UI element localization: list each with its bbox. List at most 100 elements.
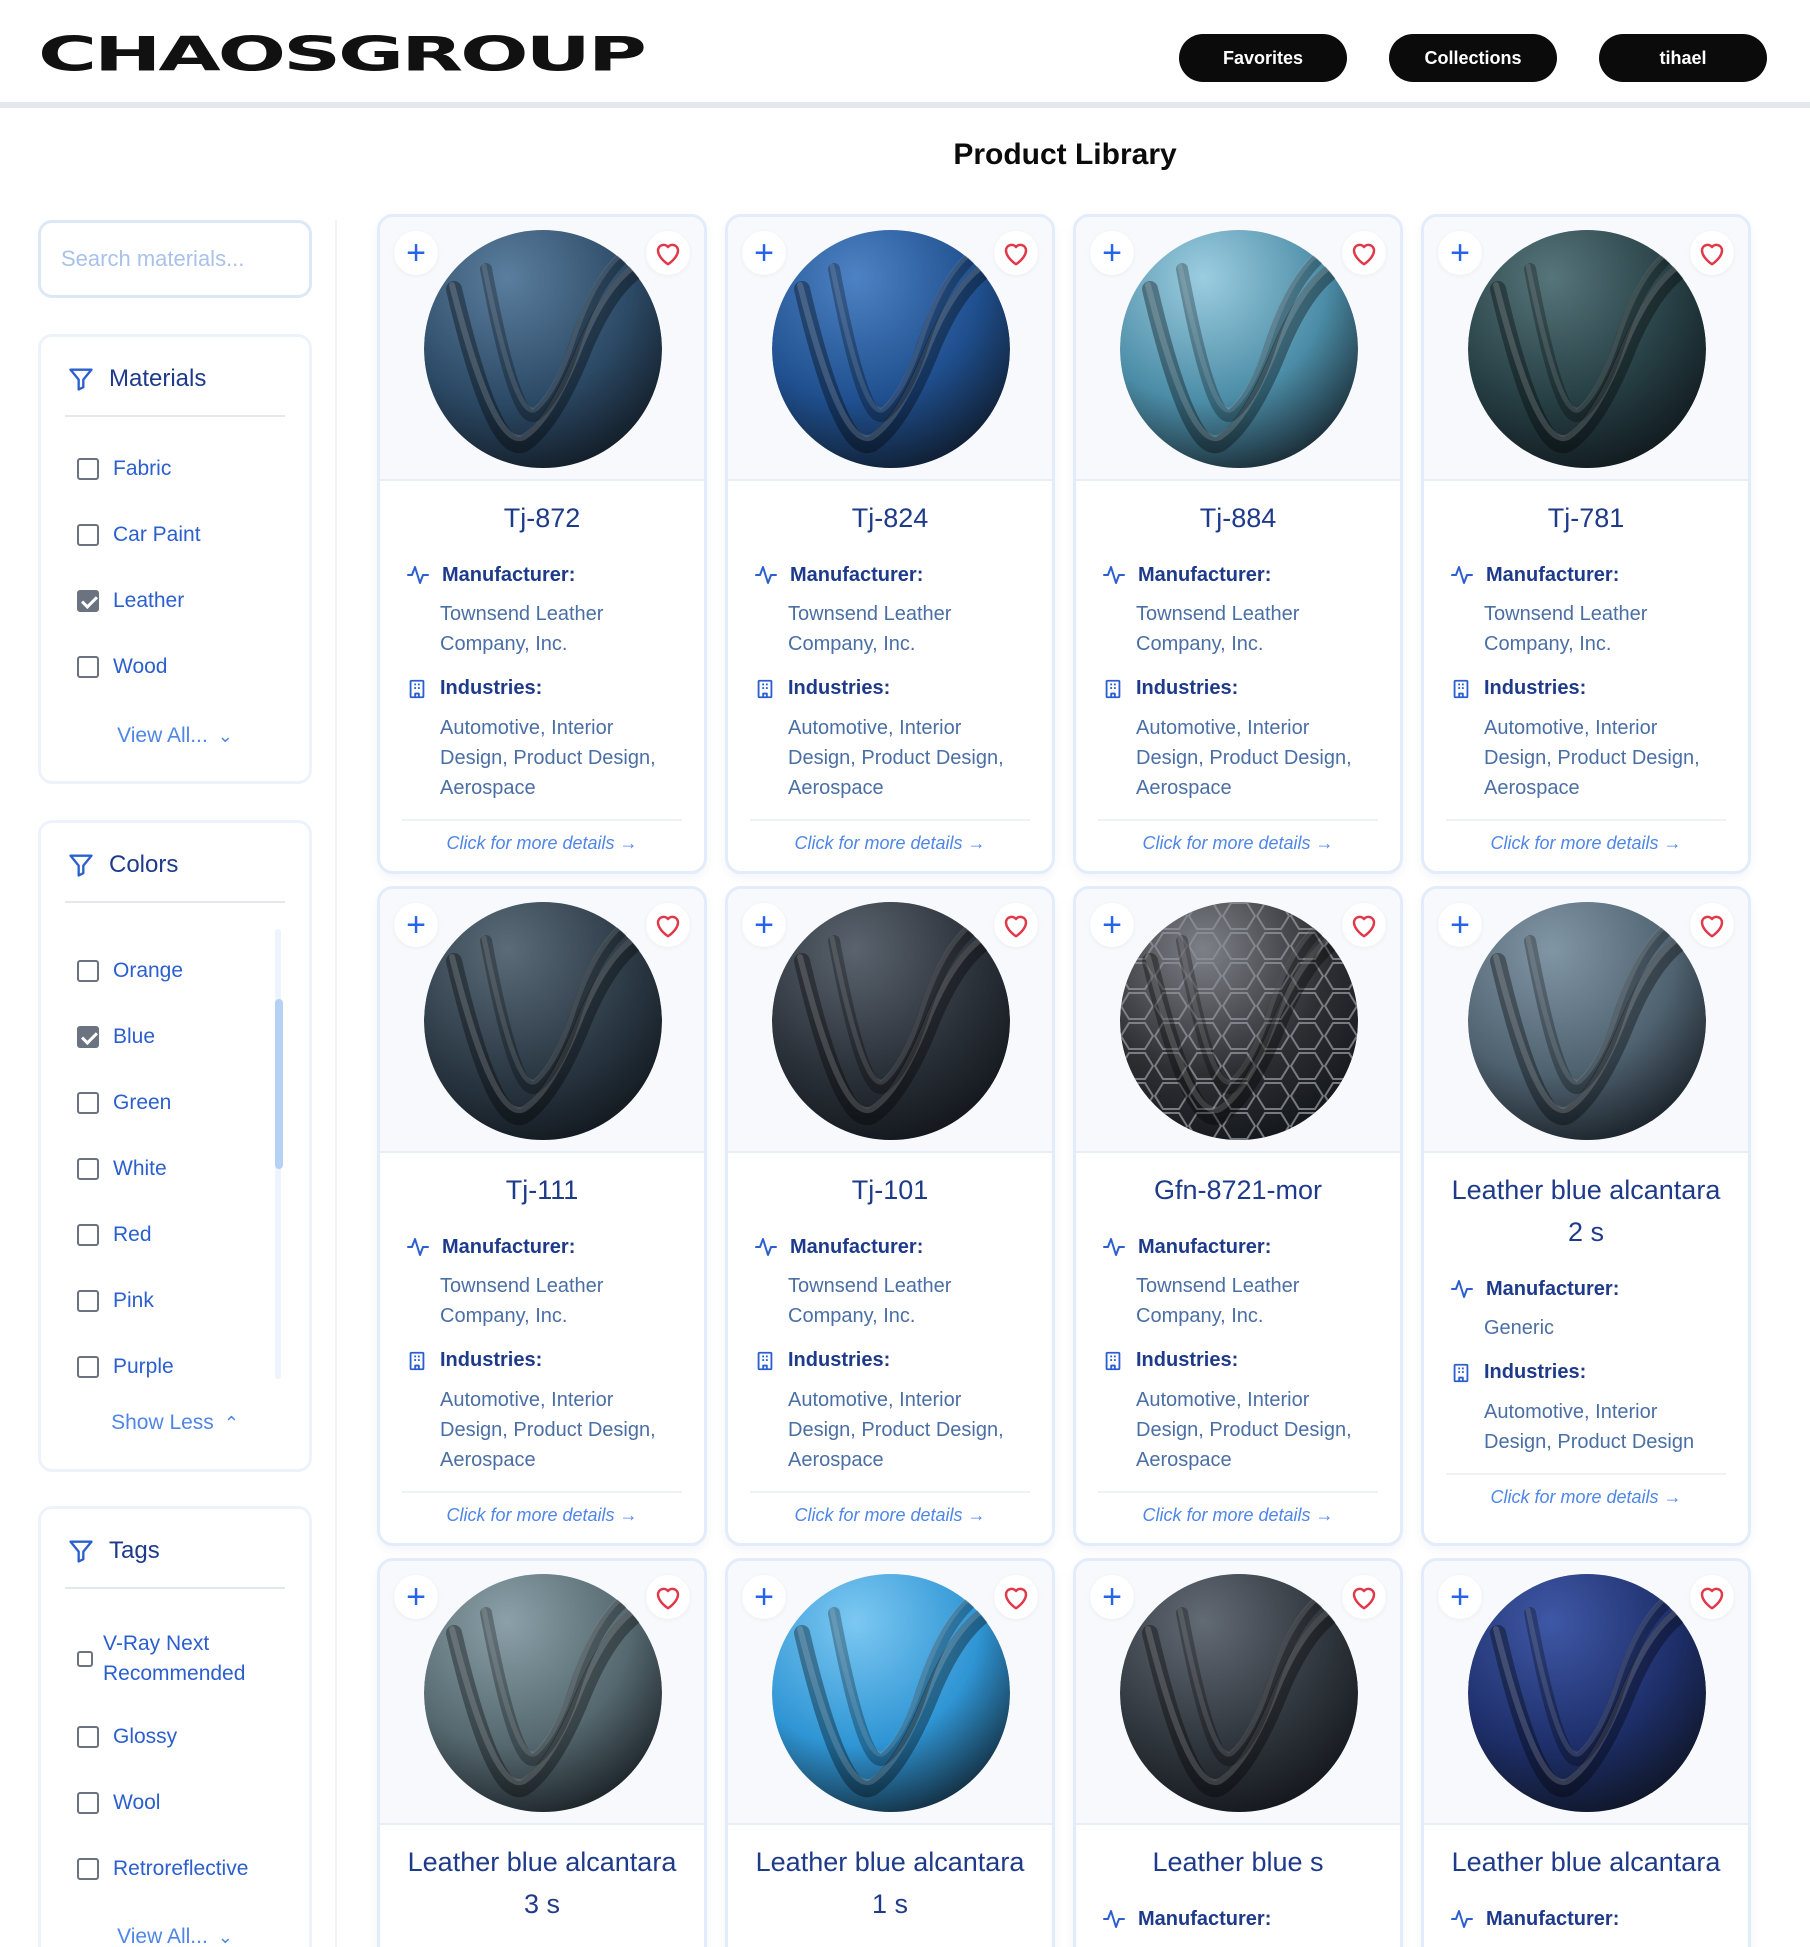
add-to-collection-button[interactable]: + [1438,231,1482,275]
favorite-button[interactable] [646,903,690,947]
checkbox-checked[interactable] [77,1026,99,1048]
manufacturer-heading: Manufacturer: [1450,563,1619,587]
material-option-car-paint[interactable]: Car Paint [77,523,201,547]
tag-option-glossy[interactable]: Glossy [77,1725,177,1749]
more-details-link[interactable]: Click for more details → [1424,1487,1748,1508]
product-title[interactable]: Leather blue alcantara 2 s [1434,1169,1738,1253]
color-option-green[interactable]: Green [77,1091,171,1115]
color-option-pink[interactable]: Pink [77,1289,154,1313]
checkbox-checked[interactable] [77,590,99,612]
more-details-link[interactable]: Click for more details → [380,1505,704,1526]
favorite-button[interactable] [994,1575,1038,1619]
add-to-collection-button[interactable]: + [394,903,438,947]
checkbox[interactable] [77,1356,99,1378]
product-title[interactable]: Leather blue alcantara 1 s [738,1841,1042,1925]
checkbox[interactable] [77,458,99,480]
favorite-button[interactable] [646,1575,690,1619]
checkbox[interactable] [77,960,99,982]
favorites-button[interactable]: Favorites [1179,34,1347,82]
add-to-collection-button[interactable]: + [394,231,438,275]
add-to-collection-button[interactable]: + [742,231,786,275]
checkbox[interactable] [77,524,99,546]
tags-filter-header[interactable]: Tags [67,1537,160,1565]
search-input[interactable] [38,220,312,298]
collections-button[interactable]: Collections [1389,34,1557,82]
materials-view-all-link[interactable]: View All... ⌄ [41,724,309,748]
product-title[interactable]: Gfn-8721-mor [1086,1169,1390,1211]
color-option-orange[interactable]: Orange [77,959,183,983]
product-title[interactable]: Tj-872 [390,497,694,539]
favorite-button[interactable] [1690,231,1734,275]
material-option-leather[interactable]: Leather [77,589,184,613]
checkbox[interactable] [77,1290,99,1312]
tag-option-wool[interactable]: Wool [77,1791,160,1815]
checkbox[interactable] [77,1224,99,1246]
add-to-collection-button[interactable]: + [742,903,786,947]
more-details-link[interactable]: Click for more details → [1076,833,1400,854]
favorite-button[interactable] [646,231,690,275]
colors-show-less-link[interactable]: Show Less ⌃ [41,1411,309,1435]
user-menu-button[interactable]: tihael [1599,34,1767,82]
add-to-collection-button[interactable]: + [1438,1575,1482,1619]
color-option-white[interactable]: White [77,1157,167,1181]
product-title[interactable]: Leather blue alcantara 3 s [390,1841,694,1925]
product-card[interactable]: + Tj-101 Manufacturer: Townsend Leather Comp… [725,886,1055,1546]
product-card[interactable]: + Tj-824 Manufacturer: Townsend Leather Comp… [725,214,1055,874]
checkbox[interactable] [77,1858,99,1880]
more-details-link[interactable]: Click for more details → [1076,1505,1400,1526]
add-to-collection-button[interactable]: + [1090,231,1134,275]
favorite-button[interactable] [1342,1575,1386,1619]
product-title[interactable]: Tj-111 [390,1169,694,1211]
product-card[interactable]: + Tj-884 Manufacturer: Townsend Leather Comp… [1073,214,1403,874]
add-to-collection-button[interactable]: + [742,1575,786,1619]
color-option-purple[interactable]: Purple [77,1355,174,1379]
checkbox[interactable] [77,656,99,678]
favorite-button[interactable] [1342,231,1386,275]
add-to-collection-button[interactable]: + [1438,903,1482,947]
more-details-link[interactable]: Click for more details → [380,833,704,854]
favorite-button[interactable] [994,231,1038,275]
product-card[interactable]: + Tj-781 Manufacturer: Townsend Leather Comp… [1421,214,1751,874]
product-title[interactable]: Tj-781 [1434,497,1738,539]
product-card[interactable]: +Leather blue alcantara3 sManufacturer: [377,1558,707,1947]
favorite-button[interactable] [994,903,1038,947]
more-details-link[interactable]: Click for more details → [1424,833,1748,854]
tag-option-vray-next-recommended[interactable]: V-Ray Next Recommended [77,1629,245,1689]
materials-filter-header[interactable]: Materials [67,365,206,393]
industries-label: Industries: [440,677,543,699]
product-card[interactable]: + Leather blue s Manufacturer: [1073,1558,1403,1947]
product-title[interactable]: Leather blue alcantara [1434,1841,1738,1883]
add-to-collection-button[interactable]: + [1090,903,1134,947]
checkbox[interactable] [77,1792,99,1814]
checkbox[interactable] [77,1651,93,1667]
product-title[interactable]: Leather blue s [1086,1841,1390,1883]
favorite-button[interactable] [1690,903,1734,947]
checkbox[interactable] [77,1092,99,1114]
product-card[interactable]: + Tj-872 Manufacturer: Townsend Leather Comp… [377,214,707,874]
product-card[interactable]: + Tj-111 Manufacturer: Townsend Leather Comp… [377,886,707,1546]
add-to-collection-button[interactable]: + [394,1575,438,1619]
product-card[interactable]: + Gfn-8721-mor Manufacturer: Townsend Leath… [1073,886,1403,1546]
chaosgroup-logo[interactable]: CHAOSGROUP [38,32,647,79]
checkbox[interactable] [77,1726,99,1748]
product-title[interactable]: Tj-884 [1086,497,1390,539]
product-card[interactable]: + Leather blue alcantara 2 s Manufacturer: G… [1421,886,1751,1546]
checkbox[interactable] [77,1158,99,1180]
add-to-collection-button[interactable]: + [1090,1575,1134,1619]
color-option-blue[interactable]: Blue [77,1025,155,1049]
favorite-button[interactable] [1342,903,1386,947]
tags-view-all-link[interactable]: View All... ⌄ [41,1925,309,1947]
colors-scrollbar-thumb[interactable] [275,999,283,1169]
tag-option-retroreflective[interactable]: Retroreflective [77,1857,248,1881]
material-option-fabric[interactable]: Fabric [77,457,171,481]
colors-filter-header[interactable]: Colors [67,851,178,879]
material-option-wood[interactable]: Wood [77,655,167,679]
more-details-link[interactable]: Click for more details → [728,1505,1052,1526]
color-option-red[interactable]: Red [77,1223,152,1247]
favorite-button[interactable] [1690,1575,1734,1619]
product-card[interactable]: + Leather blue alcantara Manufacturer: [1421,1558,1751,1947]
product-title[interactable]: Tj-101 [738,1169,1042,1211]
more-details-link[interactable]: Click for more details → [728,833,1052,854]
product-title[interactable]: Tj-824 [738,497,1042,539]
product-card[interactable]: +Leather blue alcantara1 sManufacturer: [725,1558,1055,1947]
